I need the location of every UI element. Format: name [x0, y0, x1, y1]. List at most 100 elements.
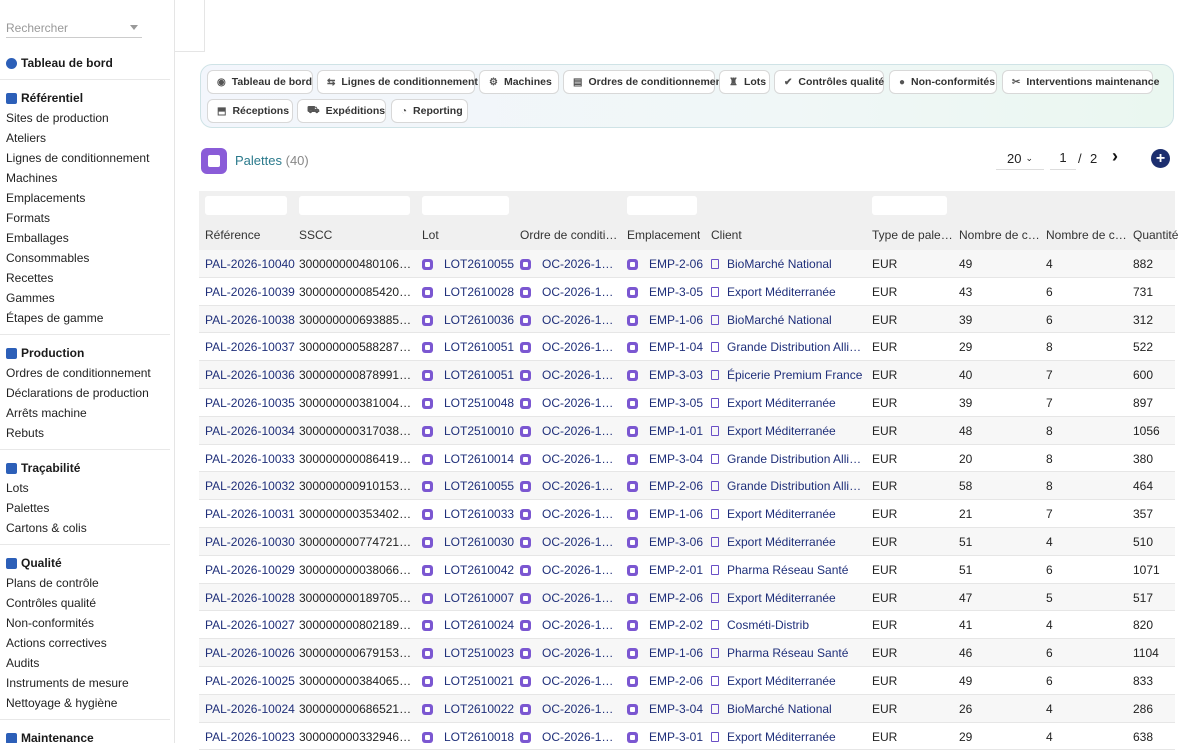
table-cell[interactable]: Export Méditerranée — [727, 396, 836, 410]
sidebar-item[interactable]: Emballages — [0, 228, 170, 248]
table-cell[interactable]: OC-2026-1028 — [542, 257, 620, 271]
page-size-select[interactable]: 20 ⌄ — [996, 148, 1044, 170]
table-cell[interactable]: Export Méditerranée — [727, 674, 836, 688]
table-cell[interactable]: LOT2610007 — [444, 591, 514, 605]
nav-pill[interactable]: ◔ Reporting — [391, 99, 468, 123]
table-cell[interactable]: PAL-2026-10038 — [205, 313, 295, 327]
table-cell[interactable]: Pharma Réseau Santé — [727, 646, 848, 660]
table-row[interactable]: PAL-2026-10025 300000000384065773 LOT25100… — [199, 667, 1175, 695]
sidebar-section-maintenance[interactable]: Maintenance — [0, 728, 170, 743]
sidebar-item[interactable]: Non-conformités — [0, 613, 170, 633]
table-cell[interactable]: Export Méditerranée — [727, 285, 836, 299]
sidebar-item[interactable]: Déclarations de production — [0, 383, 170, 403]
table-cell[interactable]: EMP-1-04 — [649, 340, 703, 354]
table-cell[interactable]: LOT2610036 — [444, 313, 514, 327]
sidebar-section-qualite[interactable]: Qualité — [0, 553, 170, 573]
sidebar-item[interactable]: Lignes de conditionnement — [0, 148, 170, 168]
table-cell[interactable]: PAL-2026-10023 — [205, 730, 295, 744]
sidebar-item[interactable]: Contrôles qualité — [0, 593, 170, 613]
column-header[interactable]: Client — [711, 228, 742, 242]
column-header[interactable]: Nombre de c… — [1046, 228, 1127, 242]
table-cell[interactable]: EMP-1-06 — [649, 313, 703, 327]
table-row[interactable]: PAL-2026-10030 300000000774721721 LOT26100… — [199, 527, 1175, 556]
table-cell[interactable]: LOT2610042 — [444, 563, 514, 577]
table-cell[interactable]: LOT2610055 — [444, 479, 514, 493]
nav-pill[interactable]: ⇆ Lignes de conditionnement — [317, 70, 478, 94]
table-cell[interactable]: LOT2610051 — [444, 368, 514, 382]
table-cell[interactable]: PAL-2026-10032 — [205, 479, 295, 493]
add-palette-button[interactable]: + — [1151, 149, 1170, 168]
table-cell[interactable]: OC-2026-1013 — [542, 563, 620, 577]
table-cell[interactable]: LOT2510021 — [444, 674, 514, 688]
table-cell[interactable]: PAL-2026-10039 — [205, 285, 295, 299]
table-cell[interactable]: EMP-3-05 — [649, 396, 703, 410]
table-cell[interactable]: OC-2026-1014 — [542, 646, 620, 660]
table-cell[interactable]: PAL-2026-10037 — [205, 340, 295, 354]
table-cell[interactable]: EMP-2-06 — [649, 257, 703, 271]
table-cell[interactable]: BioMarché National — [727, 702, 832, 716]
column-filter-input[interactable] — [205, 196, 287, 215]
sidebar-item[interactable]: Actions correctives — [0, 633, 170, 653]
table-cell[interactable]: BioMarché National — [727, 313, 832, 327]
table-cell[interactable]: LOT2610024 — [444, 618, 514, 632]
sidebar-section-production[interactable]: Production — [0, 343, 170, 363]
table-row[interactable]: PAL-2026-10033 300000000086419572 LOT26100… — [199, 445, 1175, 473]
nav-pill[interactable]: ◉ Tableau de bord — [207, 70, 313, 94]
table-cell[interactable]: Cosméti-Distrib — [727, 618, 809, 632]
table-cell[interactable]: Grande Distribution Allia… — [727, 479, 866, 493]
table-cell[interactable]: EMP-1-06 — [649, 646, 703, 660]
table-cell[interactable]: OC-2026-1028 — [542, 479, 620, 493]
sidebar-item[interactable]: Rebuts — [0, 423, 170, 443]
column-header[interactable]: Référence — [205, 228, 260, 242]
table-cell[interactable]: Grande Distribution Allia… — [727, 340, 866, 354]
table-cell[interactable]: EMP-1-01 — [649, 424, 703, 438]
nav-pill[interactable]: ✔ Contrôles qualité — [774, 70, 884, 94]
table-cell[interactable]: PAL-2026-10028 — [205, 591, 295, 605]
table-row[interactable]: PAL-2026-10028 300000000189705094 LOT26100… — [199, 583, 1175, 612]
sidebar-item[interactable]: Lots — [0, 478, 170, 498]
column-header[interactable]: Quantité — [1133, 228, 1178, 242]
nav-pill[interactable]: ⬒ Réceptions — [207, 99, 293, 123]
sidebar-section-dashboard[interactable]: Tableau de bord — [0, 53, 170, 73]
table-cell[interactable]: OC-2026-1040 — [542, 674, 620, 688]
table-cell[interactable]: EMP-2-01 — [649, 563, 703, 577]
table-row[interactable]: PAL-2026-10029 300000000038066062 LOT26100… — [199, 556, 1175, 584]
table-cell[interactable]: LOT2610022 — [444, 702, 514, 716]
table-cell[interactable]: EMP-2-06 — [649, 674, 703, 688]
table-cell[interactable]: LOT2610051 — [444, 340, 514, 354]
table-cell[interactable]: PAL-2026-10040 — [205, 257, 295, 271]
column-header[interactable]: Nombre de c… — [959, 228, 1040, 242]
sidebar-item[interactable]: Formats — [0, 208, 170, 228]
sidebar-item[interactable]: Gammes — [0, 288, 170, 308]
column-header[interactable]: Ordre de conditi… — [520, 228, 617, 242]
table-cell[interactable]: PAL-2026-10036 — [205, 368, 295, 382]
table-row[interactable]: PAL-2026-10034 300000000317038582 LOT25100… — [199, 416, 1175, 445]
table-cell[interactable]: OC-2026-1018 — [542, 452, 620, 466]
table-cell[interactable]: OC-2026-1030 — [542, 285, 620, 299]
sidebar-item[interactable]: Nettoyage & hygiène — [0, 693, 170, 713]
sidebar-section-tracabilite[interactable]: Traçabilité — [0, 458, 170, 478]
sidebar-item[interactable]: Ordres de conditionnement — [0, 363, 170, 383]
table-cell[interactable]: OC-2026-1028 — [542, 507, 620, 521]
table-row[interactable]: PAL-2026-10035 300000000381004944 LOT25100… — [199, 389, 1175, 417]
sidebar-item[interactable]: Emplacements — [0, 188, 170, 208]
table-cell[interactable]: Export Méditerranée — [727, 535, 836, 549]
table-cell[interactable]: OC-2026-1009 — [542, 313, 620, 327]
table-cell[interactable]: OC-2026-1034 — [542, 396, 620, 410]
table-cell[interactable]: EMP-3-03 — [649, 368, 703, 382]
column-header[interactable]: SSCC — [299, 228, 332, 242]
nav-pill[interactable]: ● Non-conformités — [889, 70, 997, 94]
column-filter-input[interactable] — [299, 196, 410, 215]
table-cell[interactable]: Export Méditerranée — [727, 730, 836, 744]
table-cell[interactable]: EMP-2-06 — [649, 591, 703, 605]
table-cell[interactable]: OC-2026-1025 — [542, 535, 620, 549]
table-cell[interactable]: Export Méditerranée — [727, 424, 836, 438]
table-row[interactable]: PAL-2026-10023 300000000332946088 LOT26100… — [199, 723, 1175, 750]
next-page-icon[interactable]: › — [1112, 146, 1118, 167]
current-page-input[interactable]: 1 — [1050, 148, 1076, 170]
table-cell[interactable]: PAL-2026-10034 — [205, 424, 295, 438]
table-cell[interactable]: LOT2610033 — [444, 507, 514, 521]
table-cell[interactable]: OC-2026-1044 — [542, 368, 620, 382]
table-cell[interactable]: PAL-2026-10027 — [205, 618, 295, 632]
table-row[interactable]: PAL-2026-10031 300000000353402719 LOT26100… — [199, 500, 1175, 528]
